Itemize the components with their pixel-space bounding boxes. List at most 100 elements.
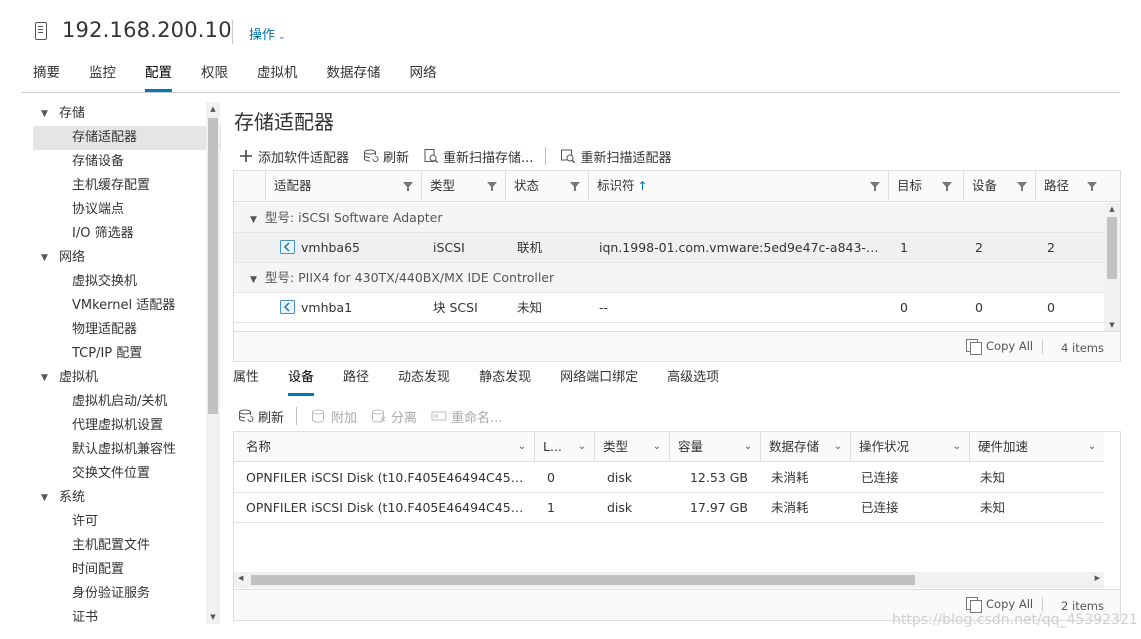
column-adapter[interactable]: 适配器 [265, 171, 421, 202]
scroll-down-icon[interactable]: ▼ [1104, 321, 1120, 329]
scroll-up-icon[interactable]: ▲ [1104, 205, 1120, 213]
filter-icon[interactable] [570, 182, 580, 191]
column-datastore[interactable]: 数据存储 ⌄ [760, 432, 850, 462]
filter-icon[interactable] [870, 182, 880, 191]
sidebar-item-agent-vm[interactable]: 代理虚拟机设置 [33, 414, 221, 438]
scroll-left-icon[interactable]: ◀ [238, 574, 243, 582]
tab-dynamic-discovery[interactable]: 动态发现 [398, 366, 450, 396]
group-row-iscsi[interactable]: ▼ 型号: iSCSI Software Adapter [234, 203, 1104, 233]
column-type[interactable]: 类型 [421, 171, 505, 202]
caret-down-icon: ▼ [41, 373, 48, 383]
tab-summary[interactable]: 摘要 [33, 60, 60, 92]
sidebar-item-tcpip[interactable]: TCP/IP 配置 [33, 342, 221, 366]
filter-icon[interactable] [1087, 182, 1097, 191]
tab-devices[interactable]: 设备 [288, 366, 315, 396]
sidebar-item-protocol-endpoints[interactable]: 协议端点 [33, 198, 221, 222]
tab-configure[interactable]: 配置 [145, 60, 172, 92]
rescan-storage-button[interactable]: 重新扫描存储... [423, 147, 533, 166]
sidebar-scrollbar[interactable]: ▲ ▼ [206, 102, 220, 624]
group-row-piix4[interactable]: ▼ 型号: PIIX4 for 430TX/440BX/MX IDE Contro… [234, 263, 1104, 293]
actions-menu[interactable]: 操作 ⌄ [249, 24, 286, 43]
add-software-adapter-button[interactable]: 添加软件适配器 [238, 147, 349, 166]
detach-button[interactable]: 分离 [371, 407, 417, 426]
sidebar-item-swap-location[interactable]: 交换文件位置 [33, 462, 221, 486]
sidebar-item-auth-services[interactable]: 身份验证服务 [33, 582, 221, 606]
watermark: https://blog.csdn.net/qq_45392321 [892, 612, 1138, 628]
copy-all-button[interactable]: Copy All [966, 597, 1033, 613]
column-operational-state[interactable]: 操作状况 ⌄ [850, 432, 969, 462]
scrollbar-thumb[interactable] [1107, 217, 1117, 279]
tab-advanced-options[interactable]: 高级选项 [667, 366, 719, 396]
column-type[interactable]: 类型 ⌄ [594, 432, 669, 462]
sidebar-item-storage-devices[interactable]: 存储设备 [33, 150, 221, 174]
sidebar-item-time-config[interactable]: 时间配置 [33, 558, 221, 582]
tab-port-binding[interactable]: 网络端口绑定 [560, 366, 638, 396]
devices-refresh-button[interactable]: 刷新 [238, 407, 284, 426]
sidebar-item-physical-adapters[interactable]: 物理适配器 [33, 318, 221, 342]
column-paths[interactable]: 路径 [1035, 171, 1105, 202]
sidebar-item-licensing[interactable]: 许可 [33, 510, 221, 534]
sidebar-item-vm-startup[interactable]: 虚拟机启动/关机 [33, 390, 221, 414]
chevron-down-icon[interactable]: ⌄ [953, 432, 961, 461]
sidebar-item-vmkernel[interactable]: VMkernel 适配器 [33, 294, 221, 318]
grid-horizontal-scrollbar[interactable]: ◀ ▶ [234, 572, 1104, 588]
scroll-up-icon[interactable]: ▲ [206, 105, 220, 113]
rename-button[interactable]: 重命名... [431, 407, 502, 426]
scroll-down-icon[interactable]: ▼ [206, 613, 220, 621]
chevron-down-icon[interactable]: ⌄ [1088, 432, 1096, 461]
tab-networks[interactable]: 网络 [410, 60, 437, 92]
copy-icon [966, 339, 982, 355]
sidebar-group-system[interactable]: ▼ 系统 [33, 486, 221, 510]
column-name[interactable]: 名称 ⌄ [234, 432, 534, 462]
table-row[interactable]: vmhba65 iSCSI 联机 iqn.1998-01.com.vmware:… [234, 233, 1104, 263]
sidebar-item-io-filters[interactable]: I/O 筛选器 [33, 222, 221, 246]
caret-down-icon: ▼ [250, 215, 257, 225]
table-row[interactable]: vmhba1 块 SCSI 未知 -- 0 0 0 [234, 293, 1104, 323]
table-row[interactable]: OPNFILER iSCSI Disk (t10.F405E46494C4542… [234, 493, 1104, 523]
table-row[interactable]: OPNFILER iSCSI Disk (t10.F405E46494C4542… [234, 463, 1104, 493]
chevron-down-icon[interactable]: ⌄ [518, 432, 526, 461]
rescan-adapter-button[interactable]: 重新扫描适配器 [560, 147, 671, 166]
tab-paths[interactable]: 路径 [343, 366, 369, 396]
filter-icon[interactable] [942, 182, 952, 191]
column-devices[interactable]: 设备 [963, 171, 1035, 202]
column-status[interactable]: 状态 [505, 171, 588, 202]
grid-vertical-scrollbar[interactable]: ▲ ▼ [1104, 203, 1120, 331]
scrollbar-thumb[interactable] [251, 575, 915, 585]
host-icon [35, 22, 47, 40]
tab-monitor[interactable]: 监控 [89, 60, 116, 92]
cell-paths: 2 [1047, 240, 1055, 255]
attach-button[interactable]: 附加 [311, 407, 357, 426]
column-targets[interactable]: 目标 [888, 171, 960, 202]
sidebar-group-vm[interactable]: ▼ 虚拟机 [33, 366, 221, 390]
filter-icon[interactable] [1017, 182, 1027, 191]
chevron-down-icon[interactable]: ⌄ [578, 432, 586, 461]
scroll-right-icon[interactable]: ▶ [1095, 574, 1100, 582]
sidebar-item-vswitches[interactable]: 虚拟交换机 [33, 270, 221, 294]
caret-down-icon: ▼ [41, 493, 48, 503]
sidebar-group-storage[interactable]: ▼ 存储 [33, 102, 221, 126]
sidebar-item-storage-adapters[interactable]: 存储适配器 [33, 126, 221, 150]
tab-static-discovery[interactable]: 静态发现 [479, 366, 531, 396]
column-capacity[interactable]: 容量 ⌄ [669, 432, 760, 462]
column-identifier[interactable]: 标识符 ↑ [588, 171, 888, 202]
sidebar-item-certificate[interactable]: 证书 [33, 606, 221, 624]
copy-all-button[interactable]: Copy All [966, 339, 1033, 355]
tab-datastores[interactable]: 数据存储 [327, 60, 381, 92]
sidebar-group-network[interactable]: ▼ 网络 [33, 246, 221, 270]
tab-properties[interactable]: 属性 [233, 366, 259, 396]
chevron-down-icon[interactable]: ⌄ [834, 432, 842, 461]
refresh-button[interactable]: 刷新 [363, 147, 409, 166]
filter-icon[interactable] [487, 182, 497, 191]
filter-icon[interactable] [403, 182, 413, 191]
sidebar-item-host-profile[interactable]: 主机配置文件 [33, 534, 221, 558]
scrollbar-thumb[interactable] [208, 118, 218, 414]
tab-permissions[interactable]: 权限 [201, 60, 228, 92]
sidebar-item-default-compat[interactable]: 默认虚拟机兼容性 [33, 438, 221, 462]
column-hw-acceleration[interactable]: 硬件加速 ⌄ [969, 432, 1104, 462]
column-lun[interactable]: L... ⌄ [534, 432, 594, 462]
chevron-down-icon[interactable]: ⌄ [744, 432, 752, 461]
chevron-down-icon[interactable]: ⌄ [653, 432, 661, 461]
tab-vms[interactable]: 虚拟机 [257, 60, 298, 92]
sidebar-item-host-cache[interactable]: 主机缓存配置 [33, 174, 221, 198]
